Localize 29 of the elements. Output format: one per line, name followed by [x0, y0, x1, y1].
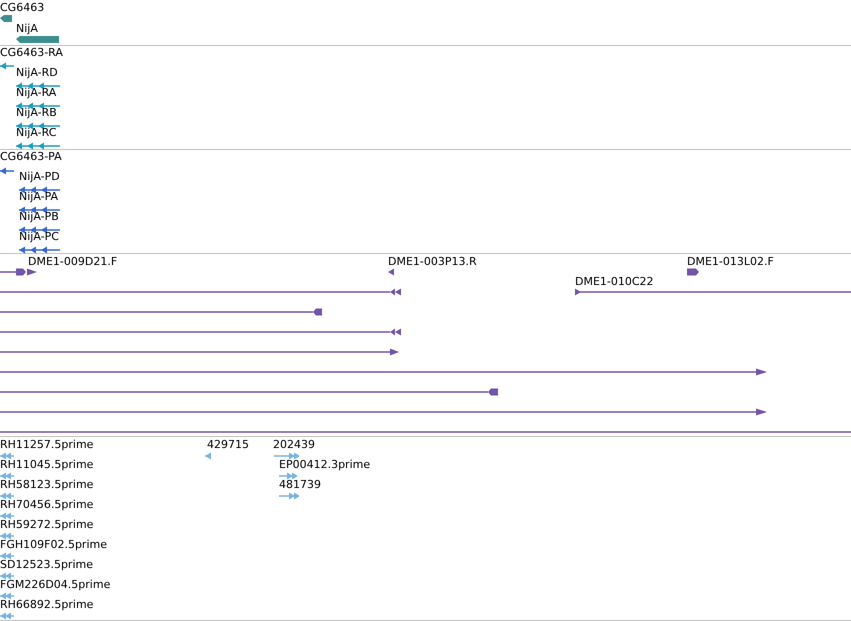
feature-label: RH59272.5prime	[0, 518, 94, 532]
feature-label: DME1-009D21.F	[28, 255, 118, 269]
feature-label: DME1-010C22	[575, 275, 654, 289]
feature-label: NijA-PA	[19, 190, 58, 204]
feature-label: RH70456.5prime	[0, 498, 94, 512]
feature-label: RH11257.5prime	[0, 438, 94, 452]
feature-label: SD12523.5prime	[0, 558, 93, 572]
feature-label: DME1-003P13.R	[388, 255, 477, 269]
feature-label: RH58123.5prime	[0, 478, 94, 492]
feature-label: NijA-RA	[16, 86, 56, 100]
feature-label: NijA-PB	[19, 210, 59, 224]
feature-label: RH11045.5prime	[0, 458, 94, 472]
feature-label: 429715	[207, 438, 249, 452]
feature-label: RH66892.5prime	[0, 598, 94, 612]
feature-label: NijA-PD	[19, 170, 60, 184]
feature-label: CG6463-RA	[0, 46, 63, 60]
feature-label: NijA-RC	[16, 126, 56, 140]
feature-label: NijA-RD	[16, 66, 58, 80]
feature-label: 202439	[273, 438, 315, 452]
feature-label: FGM226D04.5prime	[0, 578, 110, 592]
feature-label: FGH109F02.5prime	[0, 538, 107, 552]
feature-label: NijA-PC	[19, 230, 59, 244]
feature-label: CG6463	[0, 1, 44, 15]
feature-label: EP00412.3prime	[279, 458, 370, 472]
feature-label: NijA	[16, 22, 38, 36]
feature-label: DME1-013L02.F	[687, 255, 774, 269]
feature-label: CG6463-PA	[0, 150, 62, 164]
feature-label: NijA-RB	[16, 106, 57, 120]
feature-label: 481739	[279, 478, 321, 492]
